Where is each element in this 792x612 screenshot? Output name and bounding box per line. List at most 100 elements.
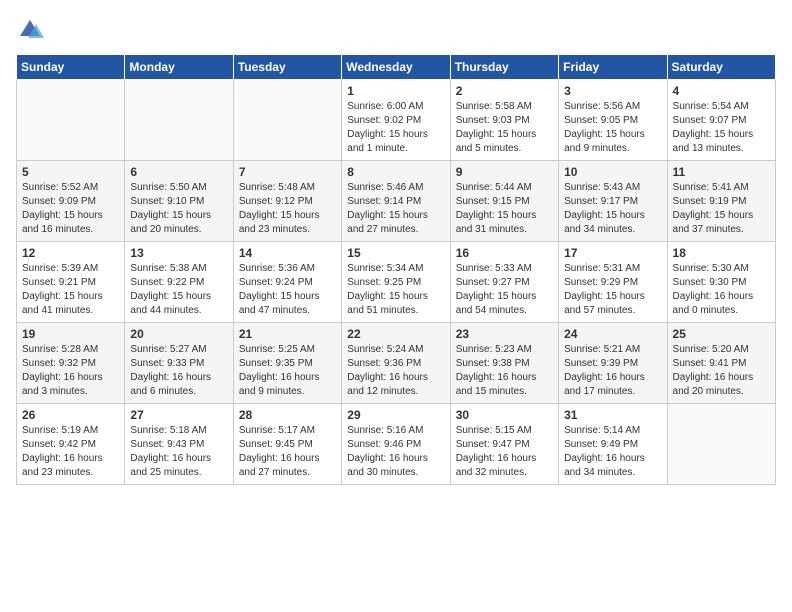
col-header-friday: Friday — [559, 55, 667, 80]
col-header-tuesday: Tuesday — [233, 55, 341, 80]
day-number: 30 — [456, 408, 553, 422]
day-cell — [17, 80, 125, 161]
day-number: 4 — [673, 84, 770, 98]
day-info: Sunrise: 5:25 AM Sunset: 9:35 PM Dayligh… — [239, 343, 336, 399]
day-cell: 23 Sunrise: 5:23 AM Sunset: 9:38 PM Dayli… — [450, 323, 558, 404]
day-cell: 5Sunrise: 5:52 AM Sunset: 9:09 PM Daylig… — [17, 161, 125, 242]
col-header-saturday: Saturday — [667, 55, 775, 80]
day-cell: 7 Sunrise: 5:48 AM Sunset: 9:12 PM Daylig… — [233, 161, 341, 242]
day-number: 23 — [456, 327, 553, 341]
day-cell: 29 Sunrise: 5:16 AM Sunset: 9:46 PM Dayli… — [342, 404, 450, 485]
day-number: 8 — [347, 165, 444, 179]
col-header-thursday: Thursday — [450, 55, 558, 80]
day-number: 28 — [239, 408, 336, 422]
day-cell: 25Sunrise: 5:20 AM Sunset: 9:41 PM Dayli… — [667, 323, 775, 404]
day-number: 15 — [347, 246, 444, 260]
day-number: 16 — [456, 246, 553, 260]
day-number: 18 — [673, 246, 770, 260]
week-row-4: 19 Sunrise: 5:28 AM Sunset: 9:32 PM Dayli… — [17, 323, 776, 404]
day-cell — [667, 404, 775, 485]
week-row-1: 1 Sunrise: 6:00 AM Sunset: 9:02 PM Daylig… — [17, 80, 776, 161]
day-info: Sunrise: 5:46 AM Sunset: 9:14 PM Dayligh… — [347, 181, 444, 237]
day-cell: 4 Sunrise: 5:54 AM Sunset: 9:07 PM Daylig… — [667, 80, 775, 161]
day-cell: 16 Sunrise: 5:33 AM Sunset: 9:27 PM Dayli… — [450, 242, 558, 323]
day-info: Sunrise: 5:24 AM Sunset: 9:36 PM Dayligh… — [347, 343, 444, 399]
day-cell: 18 Sunrise: 5:30 AM Sunset: 9:30 PM Dayli… — [667, 242, 775, 323]
day-info: Sunrise: 5:36 AM Sunset: 9:24 PM Dayligh… — [239, 262, 336, 318]
day-number: 29 — [347, 408, 444, 422]
day-cell: 10Sunrise: 5:43 AM Sunset: 9:17 PM Dayli… — [559, 161, 667, 242]
day-number: 19 — [22, 327, 119, 341]
day-cell: 30 Sunrise: 5:15 AM Sunset: 9:47 PM Dayli… — [450, 404, 558, 485]
day-number: 14 — [239, 246, 336, 260]
day-info: Sunrise: 5:39 AM Sunset: 9:21 PM Dayligh… — [22, 262, 119, 318]
day-info: Sunrise: 5:44 AM Sunset: 9:15 PM Dayligh… — [456, 181, 553, 237]
day-number: 11 — [673, 165, 770, 179]
day-cell: 3Sunrise: 5:56 AM Sunset: 9:05 PM Daylig… — [559, 80, 667, 161]
day-cell: 24Sunrise: 5:21 AM Sunset: 9:39 PM Dayli… — [559, 323, 667, 404]
day-number: 3 — [564, 84, 661, 98]
day-number: 17 — [564, 246, 661, 260]
day-cell: 8 Sunrise: 5:46 AM Sunset: 9:14 PM Daylig… — [342, 161, 450, 242]
day-info: Sunrise: 5:41 AM Sunset: 9:19 PM Dayligh… — [673, 181, 770, 237]
day-info: Sunrise: 5:16 AM Sunset: 9:46 PM Dayligh… — [347, 424, 444, 480]
day-cell: 31Sunrise: 5:14 AM Sunset: 9:49 PM Dayli… — [559, 404, 667, 485]
day-number: 5 — [22, 165, 119, 179]
day-info: Sunrise: 5:33 AM Sunset: 9:27 PM Dayligh… — [456, 262, 553, 318]
day-number: 27 — [130, 408, 227, 422]
day-cell: 12 Sunrise: 5:39 AM Sunset: 9:21 PM Dayli… — [17, 242, 125, 323]
day-number: 24 — [564, 327, 661, 341]
day-info: Sunrise: 5:54 AM Sunset: 9:07 PM Dayligh… — [673, 100, 770, 156]
day-info: Sunrise: 5:19 AM Sunset: 9:42 PM Dayligh… — [22, 424, 119, 480]
day-cell: 13Sunrise: 5:38 AM Sunset: 9:22 PM Dayli… — [125, 242, 233, 323]
col-header-wednesday: Wednesday — [342, 55, 450, 80]
day-number: 6 — [130, 165, 227, 179]
header-row: SundayMondayTuesdayWednesdayThursdayFrid… — [17, 55, 776, 80]
day-number: 12 — [22, 246, 119, 260]
day-cell: 1 Sunrise: 6:00 AM Sunset: 9:02 PM Daylig… — [342, 80, 450, 161]
day-number: 21 — [239, 327, 336, 341]
day-number: 2 — [456, 84, 553, 98]
day-cell: 21 Sunrise: 5:25 AM Sunset: 9:35 PM Dayli… — [233, 323, 341, 404]
day-number: 31 — [564, 408, 661, 422]
day-cell: 9 Sunrise: 5:44 AM Sunset: 9:15 PM Daylig… — [450, 161, 558, 242]
day-cell: 6 Sunrise: 5:50 AM Sunset: 9:10 PM Daylig… — [125, 161, 233, 242]
day-info: Sunrise: 6:00 AM Sunset: 9:02 PM Dayligh… — [347, 100, 444, 156]
col-header-sunday: Sunday — [17, 55, 125, 80]
day-cell: 11 Sunrise: 5:41 AM Sunset: 9:19 PM Dayli… — [667, 161, 775, 242]
week-row-3: 12 Sunrise: 5:39 AM Sunset: 9:21 PM Dayli… — [17, 242, 776, 323]
calendar-table: SundayMondayTuesdayWednesdayThursdayFrid… — [16, 54, 776, 485]
day-number: 20 — [130, 327, 227, 341]
day-number: 26 — [22, 408, 119, 422]
day-info: Sunrise: 5:18 AM Sunset: 9:43 PM Dayligh… — [130, 424, 227, 480]
day-cell: 27 Sunrise: 5:18 AM Sunset: 9:43 PM Dayli… — [125, 404, 233, 485]
day-cell: 20 Sunrise: 5:27 AM Sunset: 9:33 PM Dayli… — [125, 323, 233, 404]
day-cell: 19 Sunrise: 5:28 AM Sunset: 9:32 PM Dayli… — [17, 323, 125, 404]
logo — [16, 16, 48, 44]
day-info: Sunrise: 5:30 AM Sunset: 9:30 PM Dayligh… — [673, 262, 770, 318]
day-number: 7 — [239, 165, 336, 179]
day-number: 9 — [456, 165, 553, 179]
day-cell — [125, 80, 233, 161]
day-number: 1 — [347, 84, 444, 98]
day-number: 25 — [673, 327, 770, 341]
day-info: Sunrise: 5:17 AM Sunset: 9:45 PM Dayligh… — [239, 424, 336, 480]
day-number: 13 — [130, 246, 227, 260]
day-info: Sunrise: 5:58 AM Sunset: 9:03 PM Dayligh… — [456, 100, 553, 156]
day-info: Sunrise: 5:23 AM Sunset: 9:38 PM Dayligh… — [456, 343, 553, 399]
week-row-5: 26 Sunrise: 5:19 AM Sunset: 9:42 PM Dayli… — [17, 404, 776, 485]
day-info: Sunrise: 5:28 AM Sunset: 9:32 PM Dayligh… — [22, 343, 119, 399]
day-cell: 14 Sunrise: 5:36 AM Sunset: 9:24 PM Dayli… — [233, 242, 341, 323]
day-cell: 2 Sunrise: 5:58 AM Sunset: 9:03 PM Daylig… — [450, 80, 558, 161]
day-cell: 15Sunrise: 5:34 AM Sunset: 9:25 PM Dayli… — [342, 242, 450, 323]
day-info: Sunrise: 5:27 AM Sunset: 9:33 PM Dayligh… — [130, 343, 227, 399]
day-info: Sunrise: 5:43 AM Sunset: 9:17 PM Dayligh… — [564, 181, 661, 237]
day-number: 22 — [347, 327, 444, 341]
day-info: Sunrise: 5:50 AM Sunset: 9:10 PM Dayligh… — [130, 181, 227, 237]
day-info: Sunrise: 5:15 AM Sunset: 9:47 PM Dayligh… — [456, 424, 553, 480]
day-cell: 26 Sunrise: 5:19 AM Sunset: 9:42 PM Dayli… — [17, 404, 125, 485]
logo-icon — [16, 16, 44, 44]
day-cell: 17Sunrise: 5:31 AM Sunset: 9:29 PM Dayli… — [559, 242, 667, 323]
day-info: Sunrise: 5:48 AM Sunset: 9:12 PM Dayligh… — [239, 181, 336, 237]
day-cell: 22 Sunrise: 5:24 AM Sunset: 9:36 PM Dayli… — [342, 323, 450, 404]
